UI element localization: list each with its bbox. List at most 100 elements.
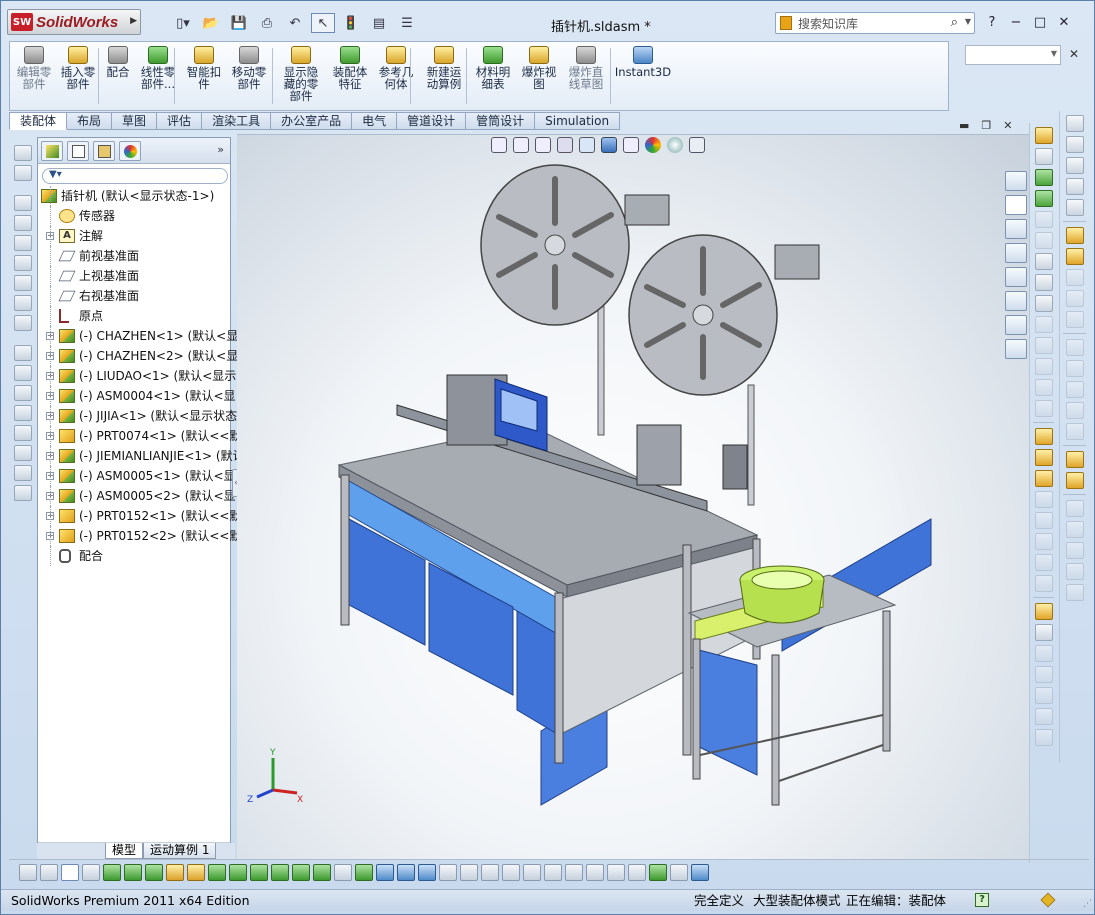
- expand-toggle-icon[interactable]: +: [46, 532, 54, 540]
- edit-component-button[interactable]: 编辑零 部件: [12, 44, 56, 108]
- selection-filter-icon[interactable]: [124, 864, 142, 881]
- sketch-tool-icon[interactable]: [14, 365, 32, 381]
- search-icon[interactable]: ⌕: [951, 15, 958, 30]
- file-properties-icon[interactable]: ▤: [367, 13, 391, 33]
- toolbar-tool-icon[interactable]: [1034, 645, 1053, 662]
- tree-item[interactable]: + (-) PRT0152<2> (默认<<默: [38, 526, 241, 546]
- sketch-tool-icon[interactable]: [14, 405, 32, 421]
- toolbar-tool-icon[interactable]: [1065, 360, 1084, 377]
- tab-8[interactable]: 管筒设计: [466, 112, 536, 130]
- tree-item[interactable]: + (-) PRT0152<1> (默认<<默: [38, 506, 241, 526]
- toolbar-tool-icon[interactable]: [1034, 337, 1053, 354]
- tree-item[interactable]: + (-) LIUDAO<1> (默认<显示: [38, 366, 236, 386]
- toolbar-tool-icon[interactable]: [1034, 666, 1053, 683]
- sketch-tool-icon[interactable]: [14, 485, 32, 501]
- tree-item[interactable]: + (-) ASM0004<1> (默认<显: [38, 386, 236, 406]
- design-library-icon[interactable]: [1005, 195, 1027, 215]
- maximize-button[interactable]: □: [1031, 13, 1049, 31]
- toolbar-tool-icon[interactable]: [1065, 115, 1084, 132]
- expand-toggle-icon[interactable]: +: [46, 332, 54, 340]
- sketch-tool-icon[interactable]: [14, 215, 32, 231]
- toolbar-tool-icon[interactable]: [1065, 381, 1084, 398]
- solidworks-menu-button[interactable]: SW SolidWorks ▶: [7, 9, 141, 35]
- selection-filter-icon[interactable]: [565, 864, 583, 881]
- tree-item[interactable]: + (-) ASM0005<2> (默认<显: [38, 486, 236, 506]
- expand-toggle-icon[interactable]: +: [46, 452, 54, 460]
- selection-filter-icon[interactable]: [103, 864, 121, 881]
- quick-tips-icon[interactable]: ?: [975, 893, 989, 907]
- selection-filter-icon[interactable]: [292, 864, 310, 881]
- selection-filter-icon[interactable]: [460, 864, 478, 881]
- new-icon[interactable]: ▯▾: [171, 13, 195, 33]
- tree-item[interactable]: + (-) ASM0005<1> (默认<显: [38, 466, 236, 486]
- toolbar-tool-icon[interactable]: [1034, 127, 1053, 144]
- selection-filter-icon[interactable]: [502, 864, 520, 881]
- selection-filter-icon[interactable]: [40, 864, 58, 881]
- explode-line-sketch-button[interactable]: 爆炸直 线草图: [562, 44, 610, 108]
- toolbar-tool-icon[interactable]: [1065, 500, 1084, 517]
- minimize-button[interactable]: −: [1007, 13, 1025, 31]
- selection-filter-icon[interactable]: [586, 864, 604, 881]
- tree-item[interactable]: + (-) PRT0074<1> (默认<<默: [38, 426, 241, 446]
- selection-filter-icon[interactable]: [439, 864, 457, 881]
- exploded-view-button[interactable]: 爆炸视 图: [518, 44, 560, 108]
- tree-item[interactable]: 上视基准面: [38, 266, 230, 286]
- search-knowledge-base-input[interactable]: 搜索知识库 ⌕ ▼: [775, 12, 975, 34]
- sketch-tool-icon[interactable]: [14, 145, 32, 161]
- toolbar-tool-icon[interactable]: [1034, 400, 1053, 417]
- selection-filter-icon[interactable]: [670, 864, 688, 881]
- tab-9[interactable]: Simulation: [535, 112, 621, 130]
- selection-filter-icon[interactable]: [376, 864, 394, 881]
- toolbar-tool-icon[interactable]: [1065, 451, 1084, 468]
- toolbar-tool-icon[interactable]: [1065, 136, 1084, 153]
- tree-item[interactable]: 配合: [38, 546, 230, 566]
- select-icon[interactable]: ↖: [311, 13, 335, 33]
- selection-filter-icon[interactable]: [481, 864, 499, 881]
- selection-filter-icon[interactable]: [61, 864, 79, 881]
- selection-filter-icon[interactable]: [628, 864, 646, 881]
- toolbar-tool-icon[interactable]: [1034, 358, 1053, 375]
- selection-filter-icon[interactable]: [418, 864, 436, 881]
- selection-filter-icon[interactable]: [355, 864, 373, 881]
- toolbar-tool-icon[interactable]: [1034, 316, 1053, 333]
- section-view-icon[interactable]: [557, 137, 573, 153]
- save-icon[interactable]: 💾: [227, 13, 251, 33]
- toolbar-tool-icon[interactable]: [1034, 232, 1053, 249]
- expand-panel-icon[interactable]: »: [217, 143, 224, 156]
- tab-4[interactable]: 渲染工具: [202, 112, 272, 130]
- expand-toggle-icon[interactable]: +: [46, 472, 54, 480]
- selection-filter-icon[interactable]: [250, 864, 268, 881]
- toolbar-tool-icon[interactable]: [1034, 379, 1053, 396]
- tag-icon[interactable]: [1040, 892, 1056, 908]
- tree-item[interactable]: + (-) CHAZHEN<1> (默认<显: [38, 326, 238, 346]
- selection-filter-icon[interactable]: [82, 864, 100, 881]
- close-panel-icon[interactable]: ✕: [1069, 47, 1079, 61]
- toolbar-tool-icon[interactable]: [1065, 248, 1084, 265]
- viewport-restore-icon[interactable]: ❐: [981, 119, 991, 132]
- config-dropdown[interactable]: ▼: [965, 45, 1061, 65]
- toolbar-tool-icon[interactable]: [1065, 423, 1084, 440]
- toolbar-tool-icon[interactable]: [1034, 274, 1053, 291]
- toolbar-tool-icon[interactable]: [1034, 575, 1053, 592]
- toolbar-tool-icon[interactable]: [1034, 687, 1053, 704]
- help-button[interactable]: ?: [983, 13, 1001, 31]
- tab-motion-study[interactable]: 运动算例 1: [143, 843, 217, 859]
- sketch-tool-icon[interactable]: [14, 295, 32, 311]
- selection-filter-icon[interactable]: [607, 864, 625, 881]
- view-settings-icon[interactable]: [689, 137, 705, 153]
- toolbar-tool-icon[interactable]: [1065, 269, 1084, 286]
- tab-0[interactable]: 装配体: [9, 112, 68, 130]
- expand-toggle-icon[interactable]: +: [46, 232, 54, 240]
- tree-item[interactable]: + (-) CHAZHEN<2> (默认<显: [38, 346, 238, 366]
- forum-icon[interactable]: [1005, 339, 1027, 359]
- mate-button[interactable]: 配合: [102, 44, 134, 108]
- expand-toggle-icon[interactable]: +: [46, 512, 54, 520]
- toolbar-tool-icon[interactable]: [1065, 199, 1084, 216]
- sketch-tool-icon[interactable]: [14, 315, 32, 331]
- reference-geometry-button[interactable]: 参考几 何体: [374, 44, 418, 108]
- apply-scene-icon[interactable]: [667, 137, 683, 153]
- close-button[interactable]: ✕: [1055, 13, 1073, 31]
- expand-toggle-icon[interactable]: +: [46, 432, 54, 440]
- rebuild-icon[interactable]: 🚦: [339, 13, 363, 33]
- sketch-tool-icon[interactable]: [14, 255, 32, 271]
